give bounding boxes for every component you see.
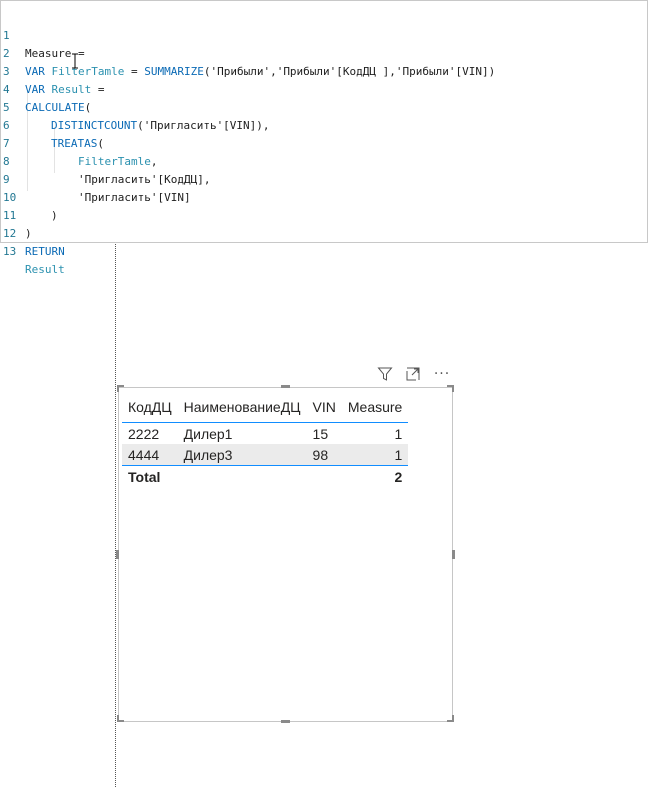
table-cell: 1 [394, 425, 403, 442]
code-line: 2 VAR FilterTamle = SUMMARIZE('Прибыли',… [1, 27, 495, 78]
column-header[interactable]: КодДЦ [122, 392, 178, 423]
table-row[interactable]: 2222 Дилер1 15 1 [122, 423, 408, 445]
code-text: , [150, 155, 158, 168]
text-cursor-icon [72, 53, 78, 69]
code-text: 'Пригласить'[VIN] [78, 191, 191, 204]
code-line: 5 DISTINCTCOUNT('Пригласить'[VIN]), [1, 81, 270, 132]
code-line: 3 VAR Result = [1, 45, 105, 96]
keyword: VAR [25, 83, 45, 96]
more-options-icon[interactable]: ··· [432, 365, 452, 383]
table-cell: 98 [306, 444, 342, 466]
code-line: 1 Measure = [1, 9, 85, 60]
resize-handle-bottom-left[interactable] [117, 715, 119, 722]
resize-handle-bottom[interactable] [281, 720, 290, 723]
variable-name: FilterTamle [51, 65, 125, 78]
table-cell: Дилер3 [177, 444, 307, 466]
code-text: ) [51, 209, 58, 222]
total-label: Total [128, 469, 161, 485]
function-name: SUMMARIZE [144, 65, 204, 78]
operator: = [124, 65, 145, 78]
filter-icon[interactable] [376, 366, 394, 384]
dax-formula-editor[interactable]: 1 Measure = 2 VAR FilterTamle = SUMMARIZ… [0, 0, 648, 276]
resize-handle-top[interactable] [281, 385, 290, 388]
header-row: КодДЦ НаименованиеДЦ VIN Measure [122, 392, 409, 423]
keyword: VAR [25, 65, 45, 78]
code-line: 8 'Пригласить'[КодДЦ], [1, 135, 210, 186]
code-line: 4 CALCULATE( [1, 63, 91, 114]
table-cell [178, 466, 307, 489]
code-text: ( [84, 101, 92, 114]
resize-handle-top-right[interactable] [452, 385, 454, 392]
column-header[interactable]: VIN [306, 392, 342, 423]
table-cell [307, 466, 342, 489]
resize-handle-top-left[interactable] [117, 385, 119, 392]
code-line: 6 TREATAS( [1, 99, 104, 150]
code-line: 12 RETURN [1, 207, 65, 258]
table-cell: 15 [312, 425, 329, 442]
code-text: ('Прибыли','Прибыли'[КодДЦ ],'Прибыли'[V… [203, 65, 496, 78]
total-value: 2 [394, 469, 403, 485]
line-number: 13 [3, 245, 17, 258]
table-cell: Дилер1 [183, 425, 233, 442]
table-cell: 2222 [128, 425, 160, 442]
variable-name: Result [25, 263, 65, 276]
code-text: 'Пригласить'[КодДЦ], [78, 173, 211, 186]
focus-mode-icon[interactable] [404, 366, 422, 384]
column-header[interactable]: Measure [341, 392, 409, 423]
function-name: CALCULATE [25, 101, 85, 114]
table-row[interactable]: 4444 Дилер3 98 1 [122, 444, 409, 466]
column-header[interactable]: НаименованиеДЦ [177, 392, 307, 423]
code-line: 13 Result [1, 225, 65, 276]
canvas-divider [115, 244, 116, 787]
code-line: 10 ) [1, 171, 58, 222]
variable-name: Result [51, 83, 92, 96]
function-name: TREATAS [51, 137, 98, 150]
keyword: RETURN [25, 245, 65, 258]
resize-handle-right[interactable] [452, 550, 455, 559]
data-table: КодДЦ НаименованиеДЦ VIN Measure 2222 Ди… [122, 392, 409, 489]
code-text: ('Пригласить'[VIN]), [137, 119, 270, 132]
resize-handle-left[interactable] [116, 550, 119, 559]
code-text: ( [97, 137, 104, 150]
total-row: Total 2 [122, 466, 408, 489]
function-name: DISTINCTCOUNT [51, 119, 138, 132]
table-cell: 4444 [122, 444, 178, 466]
code-line: 7 FilterTamle, [1, 117, 157, 168]
variable-name: FilterTamle [78, 155, 151, 168]
table-cell: 1 [341, 444, 409, 466]
code-line: 9 'Пригласить'[VIN] [1, 153, 191, 204]
operator: = [91, 83, 105, 96]
code-line: 11 ) [1, 189, 32, 240]
resize-handle-bottom-right[interactable] [452, 715, 454, 722]
